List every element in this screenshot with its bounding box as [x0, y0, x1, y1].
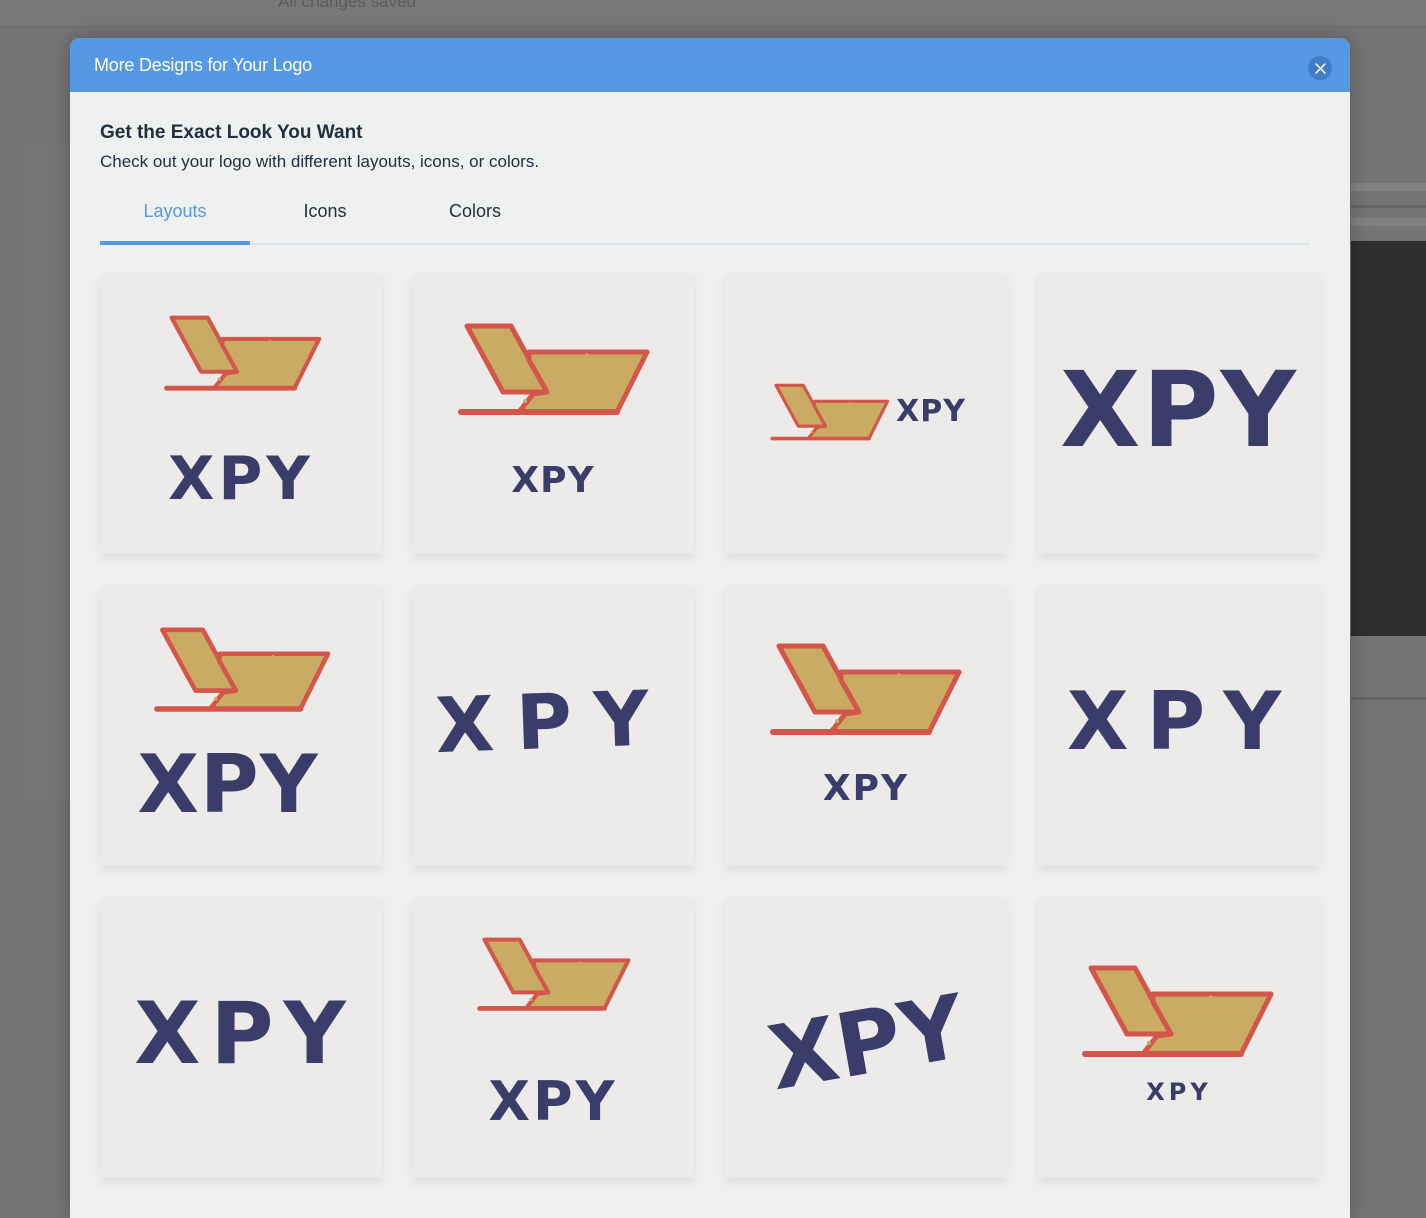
layout-option[interactable]: XPY — [1038, 898, 1320, 1178]
background-strip — [1351, 183, 1426, 191]
close-icon — [1314, 62, 1326, 74]
background-top-bar: All changes saved — [0, 0, 1426, 27]
intro-subtitle: Check out your logo with different layou… — [100, 152, 540, 171]
logo-text: XPY — [1067, 675, 1299, 768]
logo-text: XPY — [434, 673, 672, 770]
layout-option[interactable]: XPY — [725, 274, 1007, 554]
close-button[interactable] — [1308, 56, 1332, 80]
layout-option[interactable]: XPY — [725, 586, 1007, 866]
logo-text: XPY — [1146, 1078, 1211, 1106]
logo-text: XPY — [511, 460, 594, 501]
logo-text: XPY — [761, 974, 973, 1110]
modal-header: More Designs for Your Logo — [70, 38, 1350, 92]
intro-title: Get the Exact Look You Want — [100, 122, 363, 143]
save-status: All changes saved — [278, 0, 416, 11]
design-tabs: Layouts Icons Colors — [100, 188, 1310, 245]
laptop-tablet-icon — [167, 318, 320, 389]
more-designs-modal: More Designs for Your Logo Get the Exact… — [70, 38, 1350, 1218]
modal-title: More Designs for Your Logo — [94, 55, 312, 75]
logo-text: XPY — [134, 984, 356, 1084]
logo-text: XPY — [896, 394, 966, 429]
background-divider — [1351, 697, 1426, 700]
layout-option[interactable]: XPY — [412, 898, 694, 1178]
laptop-tablet-icon — [461, 326, 647, 412]
background-preview-panel — [1351, 241, 1426, 636]
laptop-tablet-icon — [770, 383, 890, 441]
logo-text: XPY — [823, 768, 909, 809]
laptop-tablet-icon — [773, 646, 959, 732]
logo-text: XPY — [168, 444, 314, 514]
layout-option[interactable]: XPY — [100, 898, 382, 1178]
layout-option[interactable]: XPY — [725, 898, 1007, 1178]
logo-text: XPY — [1060, 349, 1298, 471]
tab-layouts[interactable]: Layouts — [100, 201, 250, 245]
layout-option[interactable]: XPY — [100, 586, 382, 866]
tab-icons[interactable]: Icons — [250, 201, 400, 243]
laptop-tablet-icon — [1085, 968, 1271, 1054]
laptop-tablet-icon — [480, 940, 629, 1009]
layout-option[interactable]: XPY — [100, 274, 382, 554]
logo-text: XPY — [488, 1070, 617, 1133]
logo-text: XPY — [137, 738, 318, 831]
layout-option[interactable]: XPY — [412, 274, 694, 554]
layout-option[interactable]: XPY — [1038, 586, 1320, 866]
background-strip — [1351, 218, 1426, 226]
layout-option[interactable]: XPY — [412, 586, 694, 866]
tab-colors[interactable]: Colors — [400, 201, 550, 243]
layout-option[interactable]: XPY — [1038, 274, 1320, 554]
background-divider — [1351, 205, 1426, 208]
laptop-tablet-icon — [157, 630, 328, 709]
